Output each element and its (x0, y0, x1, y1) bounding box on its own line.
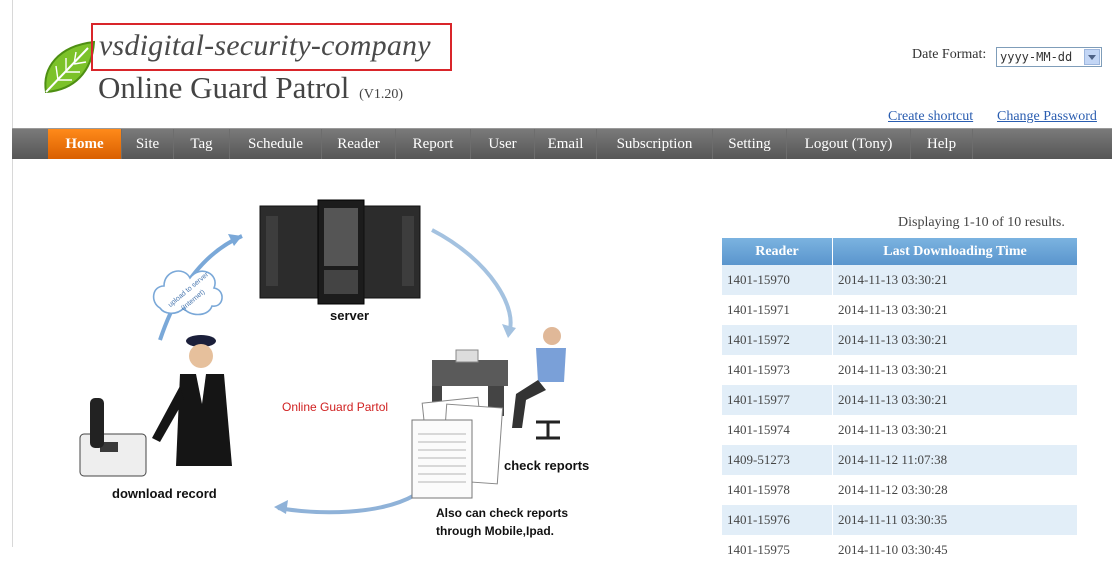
nav-subscription[interactable]: Subscription (597, 129, 713, 159)
cell-time: 2014-11-13 03:30:21 (832, 415, 1078, 445)
main-nav: Home Site Tag Schedule Reader Report Use… (12, 128, 1112, 159)
date-format-value: yyyy-MM-dd (1000, 50, 1073, 64)
nav-setting[interactable]: Setting (713, 129, 787, 159)
col-last-downloading-time[interactable]: Last Downloading Time (832, 238, 1078, 265)
nav-site[interactable]: Site (122, 129, 174, 159)
workflow-diagram: upload to server (Internet) server Onlin… (60, 190, 620, 545)
nav-email[interactable]: Email (535, 129, 597, 159)
reader-table: Reader Last Downloading Time 1401-15970 2… (722, 238, 1078, 565)
cell-reader: 1401-15971 (722, 295, 833, 325)
nav-home[interactable]: Home (48, 129, 122, 159)
table-header-row: Reader Last Downloading Time (722, 238, 1078, 265)
table-row: 1401-15973 2014-11-13 03:30:21 (722, 355, 1078, 385)
cell-time: 2014-11-12 11:07:38 (832, 445, 1078, 475)
table-row: 1401-15971 2014-11-13 03:30:21 (722, 295, 1078, 325)
cell-reader: 1401-15975 (722, 535, 833, 565)
chevron-down-icon[interactable] (1084, 49, 1100, 65)
leaf-logo-icon (44, 40, 96, 94)
results-summary: Displaying 1-10 of 10 results. (898, 215, 1065, 230)
cell-reader: 1401-15973 (722, 355, 833, 385)
table-row: 1409-51273 2014-11-12 11:07:38 (722, 445, 1078, 475)
mobile-label-1: Also can check reports (436, 506, 569, 520)
table-row: 1401-15974 2014-11-13 03:30:21 (722, 415, 1078, 445)
cell-time: 2014-11-12 03:30:28 (832, 475, 1078, 505)
reports-document-icon (411, 396, 504, 499)
download-station-icon (79, 398, 147, 477)
nav-schedule[interactable]: Schedule (230, 129, 322, 159)
center-label: Online Guard Partol (282, 400, 389, 414)
date-format-select[interactable]: yyyy-MM-dd (996, 47, 1102, 67)
col-reader[interactable]: Reader (722, 238, 833, 265)
nav-logout[interactable]: Logout (Tony) (787, 129, 911, 159)
cell-reader: 1401-15972 (722, 325, 833, 355)
cell-time: 2014-11-13 03:30:21 (832, 355, 1078, 385)
download-record-label: download record (112, 486, 217, 501)
server-icon (259, 199, 421, 305)
reports-to-download-arrow (277, 493, 416, 515)
table-row: 1401-15972 2014-11-13 03:30:21 (722, 325, 1078, 355)
security-guard-icon (152, 335, 232, 466)
nav-tag[interactable]: Tag (174, 129, 230, 159)
cell-time: 2014-11-11 03:30:35 (832, 505, 1078, 535)
cell-time: 2014-11-13 03:30:21 (832, 385, 1078, 415)
cell-reader: 1401-15974 (722, 415, 833, 445)
table-row: 1401-15975 2014-11-10 03:30:45 (722, 535, 1078, 565)
page-left-border (12, 0, 13, 547)
table-row: 1401-15978 2014-11-12 03:30:28 (722, 475, 1078, 505)
cell-reader: 1409-51273 (722, 445, 833, 475)
nav-report[interactable]: Report (396, 129, 471, 159)
check-reports-label: check reports (504, 458, 590, 473)
nav-user[interactable]: User (471, 129, 535, 159)
cell-time: 2014-11-13 03:30:21 (832, 295, 1078, 325)
nav-help[interactable]: Help (911, 129, 973, 159)
cell-reader: 1401-15977 (722, 385, 833, 415)
cell-time: 2014-11-10 03:30:45 (832, 535, 1078, 565)
mobile-label-2: through Mobile,Ipad. (436, 524, 554, 538)
company-name: vsdigital-security-company (99, 29, 431, 62)
cell-time: 2014-11-13 03:30:21 (832, 265, 1078, 295)
table-row: 1401-15970 2014-11-13 03:30:21 (722, 265, 1078, 295)
cell-reader: 1401-15970 (722, 265, 833, 295)
table-row: 1401-15977 2014-11-13 03:30:21 (722, 385, 1078, 415)
app-version: (V1.20) (359, 87, 404, 102)
date-format-label: Date Format: (912, 47, 987, 62)
server-to-reports-arrow (431, 228, 513, 336)
nav-reader[interactable]: Reader (322, 129, 396, 159)
table-row: 1401-15976 2014-11-11 03:30:35 (722, 505, 1078, 535)
cell-reader: 1401-15976 (722, 505, 833, 535)
change-password-link[interactable]: Change Password (997, 109, 1097, 125)
cell-time: 2014-11-13 03:30:21 (832, 325, 1078, 355)
server-label: server (330, 308, 370, 323)
app-title: Online Guard Patrol (V1.20) (98, 70, 404, 105)
cell-reader: 1401-15978 (722, 475, 833, 505)
create-shortcut-link[interactable]: Create shortcut (888, 109, 973, 125)
